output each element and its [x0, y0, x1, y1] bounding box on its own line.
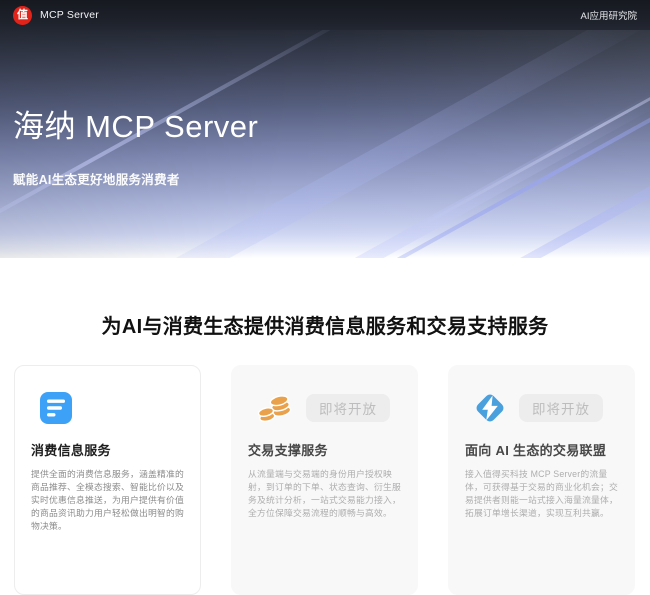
ai-research-link[interactable]: AI应用研究院: [581, 8, 637, 22]
smzdm-logo-icon[interactable]: 值: [13, 6, 32, 25]
card-title: 消费信息服务: [31, 440, 185, 459]
coming-soon-badge: 即将开放: [519, 394, 603, 422]
card-body: 接入值得买科技 MCP Server的流量体，可获得基于交易的商业化机会；交易提…: [465, 468, 619, 520]
card-transaction-support[interactable]: 即将开放 交易支撑服务 从流量端与交易端的身份用户授权映射，到订单的下单、状态查…: [231, 365, 418, 595]
main-content: 为AI与消费生态提供消费信息服务和交易支持服务 消费信息服务 提供全面的消费信息…: [0, 310, 650, 595]
hero-title: 海纳 MCP Server: [13, 101, 258, 146]
card-title: 交易支撑服务: [248, 440, 402, 459]
card-title: 面向 AI 生态的交易联盟: [465, 440, 619, 459]
coins-icon: [256, 391, 294, 425]
lightning-icon: [473, 391, 507, 425]
section-heading: 为AI与消费生态提供消费信息服务和交易支持服务: [0, 310, 650, 339]
hero-streak: [360, 95, 650, 258]
brand: 值 MCP Server: [13, 6, 99, 25]
coming-soon-badge: 即将开放: [306, 394, 390, 422]
card-consumer-info[interactable]: 消费信息服务 提供全面的消费信息服务，涵盖精准的商品推荐、全模态搜索、智能比价以…: [14, 365, 201, 595]
card-ai-alliance[interactable]: 即将开放 面向 AI 生态的交易联盟 接入值得买科技 MCP Server的流量…: [448, 365, 635, 595]
card-icon-row: 即将开放: [256, 391, 402, 425]
brand-name: MCP Server: [40, 9, 99, 21]
hero-subtitle: 赋能AI生态更好地服务消费者: [13, 169, 180, 188]
article-list-icon: [39, 391, 73, 425]
hero-streak: [248, 40, 650, 258]
card-icon-row: 即将开放: [473, 391, 619, 425]
hero-banner: 海纳 MCP Server 赋能AI生态更好地服务消费者: [0, 30, 650, 258]
service-cards: 消费信息服务 提供全面的消费信息服务，涵盖精准的商品推荐、全模态搜索、智能比价以…: [0, 365, 650, 595]
top-bar: 值 MCP Server AI应用研究院: [0, 0, 650, 30]
card-icon-row: [39, 391, 185, 425]
hero-streak: [416, 30, 650, 230]
card-body: 从流量端与交易端的身份用户授权映射，到订单的下单、状态查询、衍生服务及统计分析，…: [248, 468, 402, 520]
card-body: 提供全面的消费信息服务，涵盖精准的商品推荐、全模态搜索、智能比价以及实时优惠信息…: [31, 468, 185, 533]
